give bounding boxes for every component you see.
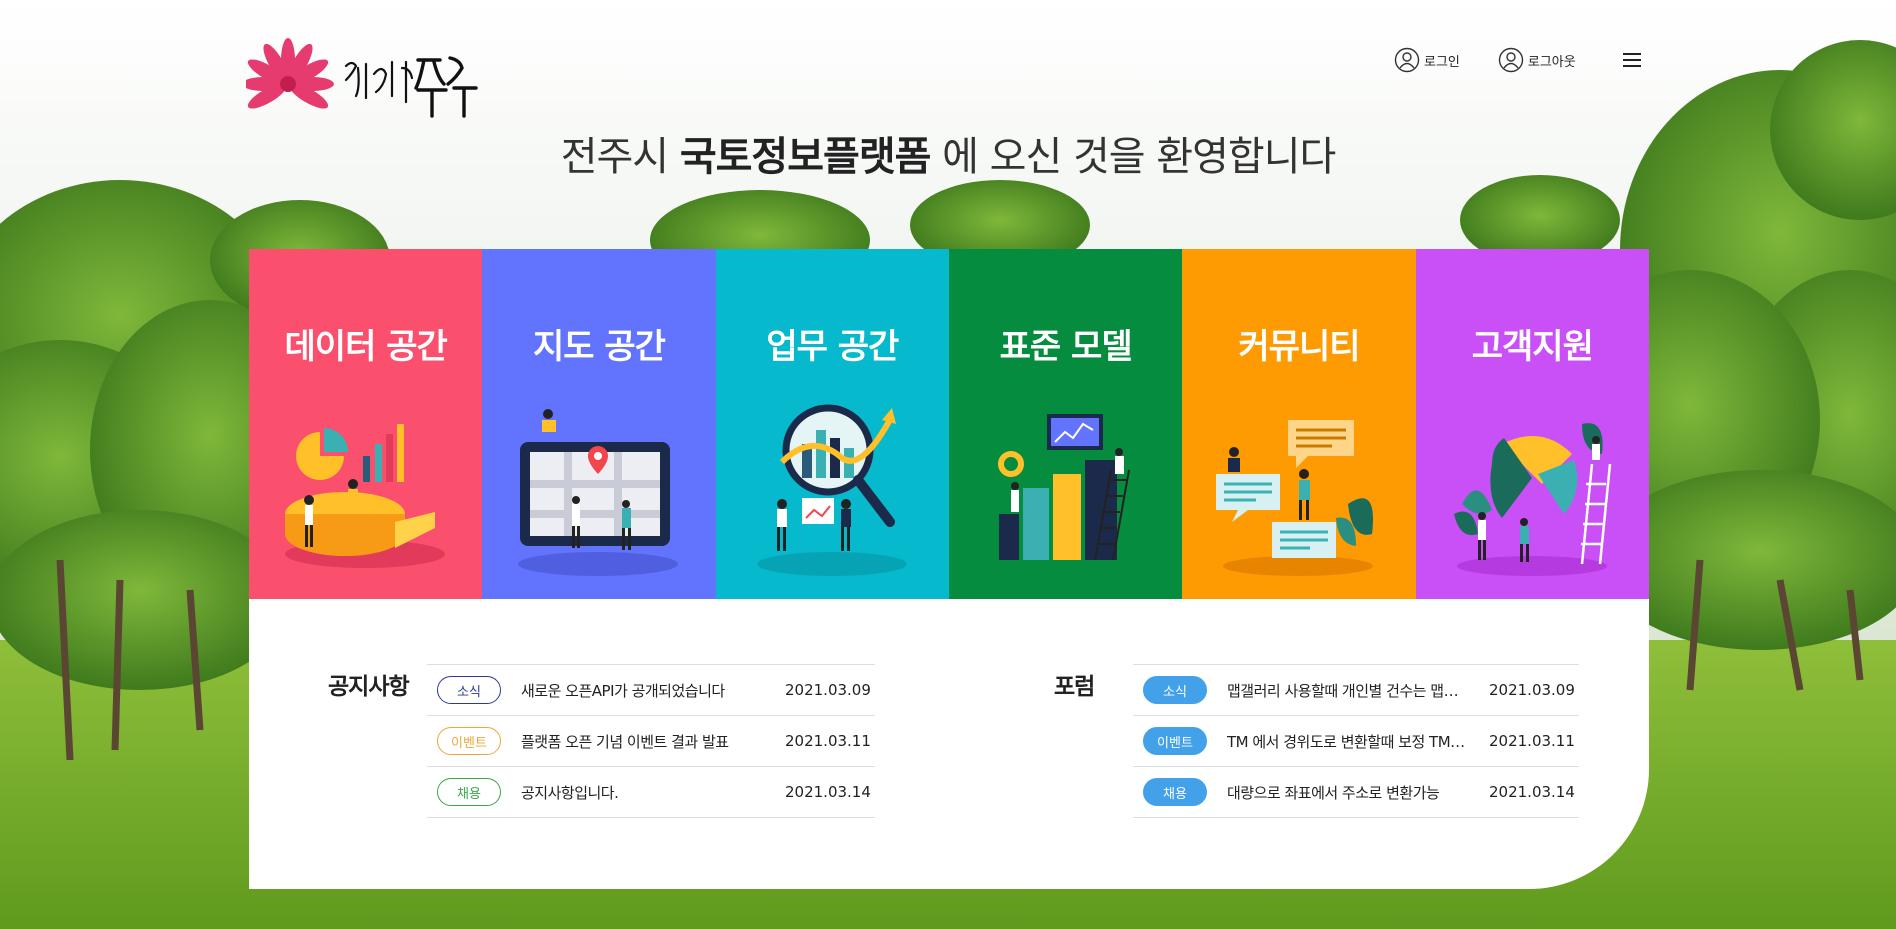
welcome-highlight: 국토정보플랫폼 <box>679 134 932 180</box>
tag-badge: 채용 <box>1143 778 1207 806</box>
notice-row-title: 공지사항입니다. <box>521 783 619 802</box>
tile-label: 데이터 공간 <box>284 327 448 367</box>
notice-title: 공지사항 <box>328 674 410 700</box>
forum-row-title: 대량으로 좌표에서 주소로 변환가능 <box>1227 783 1440 802</box>
map-illustration-icon <box>508 404 688 584</box>
data-chart-illustration-icon <box>275 404 455 584</box>
tile-standard-model[interactable]: 표준 모델 <box>948 249 1183 599</box>
welcome-prefix: 전주시 <box>560 134 680 180</box>
notice-row[interactable]: 이벤트 플랫폼 오픈 기념 이벤트 결과 발표 2021.03.11 <box>427 716 875 767</box>
tile-data-space[interactable]: 데이터 공간 <box>249 249 483 599</box>
tile-customer-support[interactable]: 고객지원 <box>1415 249 1649 599</box>
tag-badge: 이벤트 <box>1143 727 1207 755</box>
welcome-suffix: 에 오신 것을 환영합니다 <box>930 134 1336 180</box>
notice-row-date: 2021.03.11 <box>785 732 871 750</box>
board-panel: 공지사항 소식 새로운 오픈API가 공개되었습니다 2021.03.09 이벤… <box>249 599 1649 889</box>
logout-label: 로그아웃 <box>1527 54 1576 70</box>
login-label: 로그인 <box>1424 54 1460 70</box>
tile-map-space[interactable]: 지도 공간 <box>482 249 716 599</box>
tile-work-space[interactable]: 업무 공간 <box>715 249 949 599</box>
tag-badge: 채용 <box>437 778 501 806</box>
forum-title: 포럼 <box>1054 674 1095 700</box>
tag-badge: 소식 <box>1143 676 1207 704</box>
forum-row[interactable]: 채용 대량으로 좌표에서 주소로 변환가능 2021.03.14 <box>1133 767 1579 818</box>
user-circle-icon <box>1394 47 1420 73</box>
tile-label: 표준 모델 <box>999 327 1133 367</box>
forum-row-title: 맵갤러리 사용할때 개인별 건수는 맵갤러리 사용할때 개인별 건수는 <box>1227 681 1469 700</box>
hamburger-menu-icon[interactable] <box>1621 49 1643 71</box>
notice-row-date: 2021.03.09 <box>785 681 871 699</box>
forum-row[interactable]: 소식 맵갤러리 사용할때 개인별 건수는 맵갤러리 사용할때 개인별 건수는 2… <box>1133 665 1579 716</box>
standard-model-illustration-icon <box>975 404 1155 584</box>
tile-label: 업무 공간 <box>766 327 899 367</box>
community-chat-illustration-icon <box>1208 404 1388 584</box>
notice-board: 소식 새로운 오픈API가 공개되었습니다 2021.03.09 이벤트 플랫폼… <box>427 664 875 818</box>
tile-label: 커뮤니티 <box>1238 327 1360 367</box>
service-tiles: 데이터 공간 지도 공간 업무 공간 표준 모델 커뮤니티 고객지원 <box>249 249 1649 599</box>
notice-row[interactable]: 소식 새로운 오픈API가 공개되었습니다 2021.03.09 <box>427 665 875 716</box>
notice-row-date: 2021.03.14 <box>785 783 871 801</box>
logout-link[interactable]: 로그아웃 <box>1498 47 1576 73</box>
tile-label: 고객지원 <box>1471 327 1594 367</box>
site-logo[interactable] <box>246 38 486 128</box>
welcome-heading: 전주시 국토정보플랫폼 에 오신 것을 환영합니다 <box>0 124 1896 182</box>
forum-row-date: 2021.03.09 <box>1489 681 1575 699</box>
tag-badge: 이벤트 <box>437 727 501 755</box>
tile-label: 지도 공간 <box>533 327 666 367</box>
customer-support-illustration-icon <box>1442 404 1622 584</box>
forum-row-title: TM 에서 경위도로 변환할때 보정 TM 에서 경위도로 변환할때 보정 <box>1227 732 1469 751</box>
notice-row-title: 새로운 오픈API가 공개되었습니다 <box>521 681 725 700</box>
top-nav: 로그인 로그아웃 <box>1394 47 1643 73</box>
user-circle-icon <box>1498 47 1524 73</box>
tile-community[interactable]: 커뮤니티 <box>1182 249 1416 599</box>
forum-row-date: 2021.03.14 <box>1489 783 1575 801</box>
forum-board: 소식 맵갤러리 사용할때 개인별 건수는 맵갤러리 사용할때 개인별 건수는 2… <box>1133 664 1579 818</box>
notice-row[interactable]: 채용 공지사항입니다. 2021.03.14 <box>427 767 875 818</box>
analysis-magnifier-illustration-icon <box>742 404 922 584</box>
forum-row-date: 2021.03.11 <box>1489 732 1575 750</box>
tag-badge: 소식 <box>437 676 501 704</box>
forum-row[interactable]: 이벤트 TM 에서 경위도로 변환할때 보정 TM 에서 경위도로 변환할때 보… <box>1133 716 1579 767</box>
notice-row-title: 플랫폼 오픈 기념 이벤트 결과 발표 <box>521 732 729 751</box>
login-link[interactable]: 로그인 <box>1394 47 1460 73</box>
